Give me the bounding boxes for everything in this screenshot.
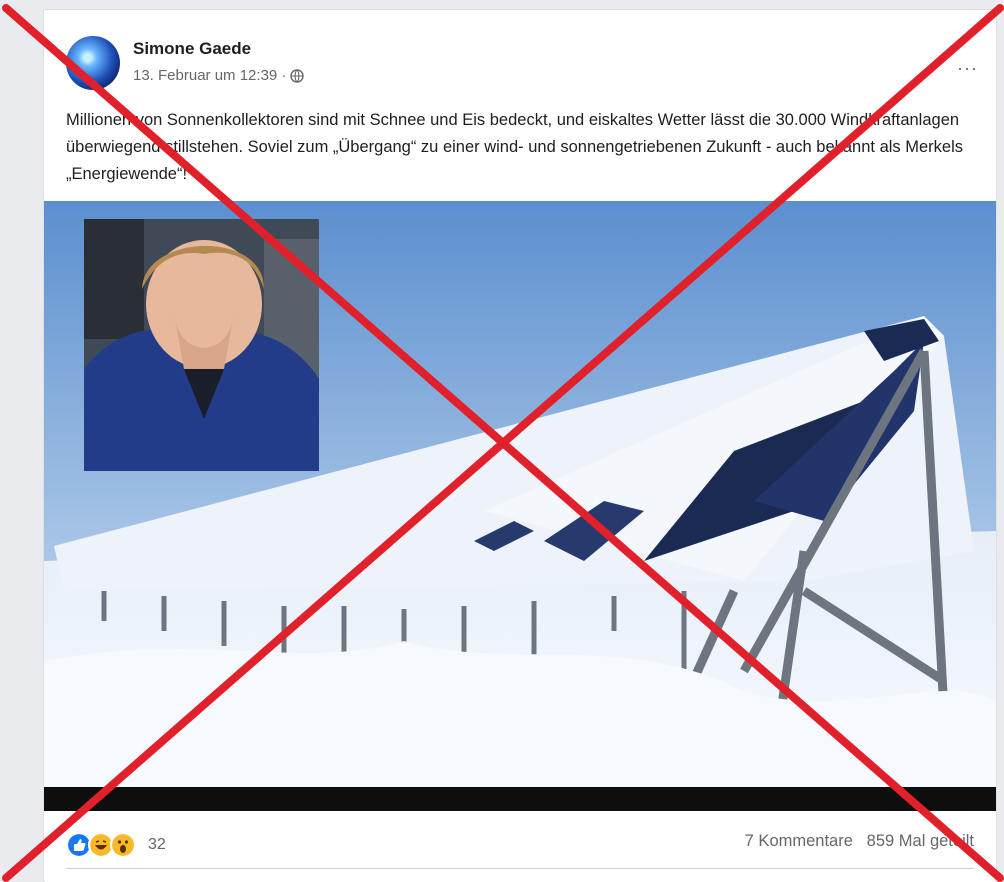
post-meta: 13. Februar um 12:39 · [133,67,305,84]
post-image[interactable] [44,201,996,811]
footer-divider [66,868,974,869]
facebook-post: Simone Gaede 13. Februar um 12:39 · ··· … [44,10,996,882]
person-covering-mouth-photo [84,219,319,471]
post-text: Millionen von Sonnenkollektoren sind mit… [66,111,964,183]
author-name[interactable]: Simone Gaede [133,39,251,59]
more-options-button[interactable]: ··· [957,58,978,79]
reactions-summary[interactable]: 32 [66,832,166,858]
author-avatar[interactable] [66,36,120,90]
engagement-counts: 7 Kommentare 859 Mal geteilt [745,832,974,851]
wow-icon [110,832,136,858]
comments-count-link[interactable]: 7 Kommentare [745,832,853,850]
reaction-count: 32 [148,836,166,853]
post-timestamp[interactable]: 13. Februar um 12:39 · [133,67,286,84]
globe-icon [290,68,305,83]
shares-count-link[interactable]: 859 Mal geteilt [867,832,974,850]
